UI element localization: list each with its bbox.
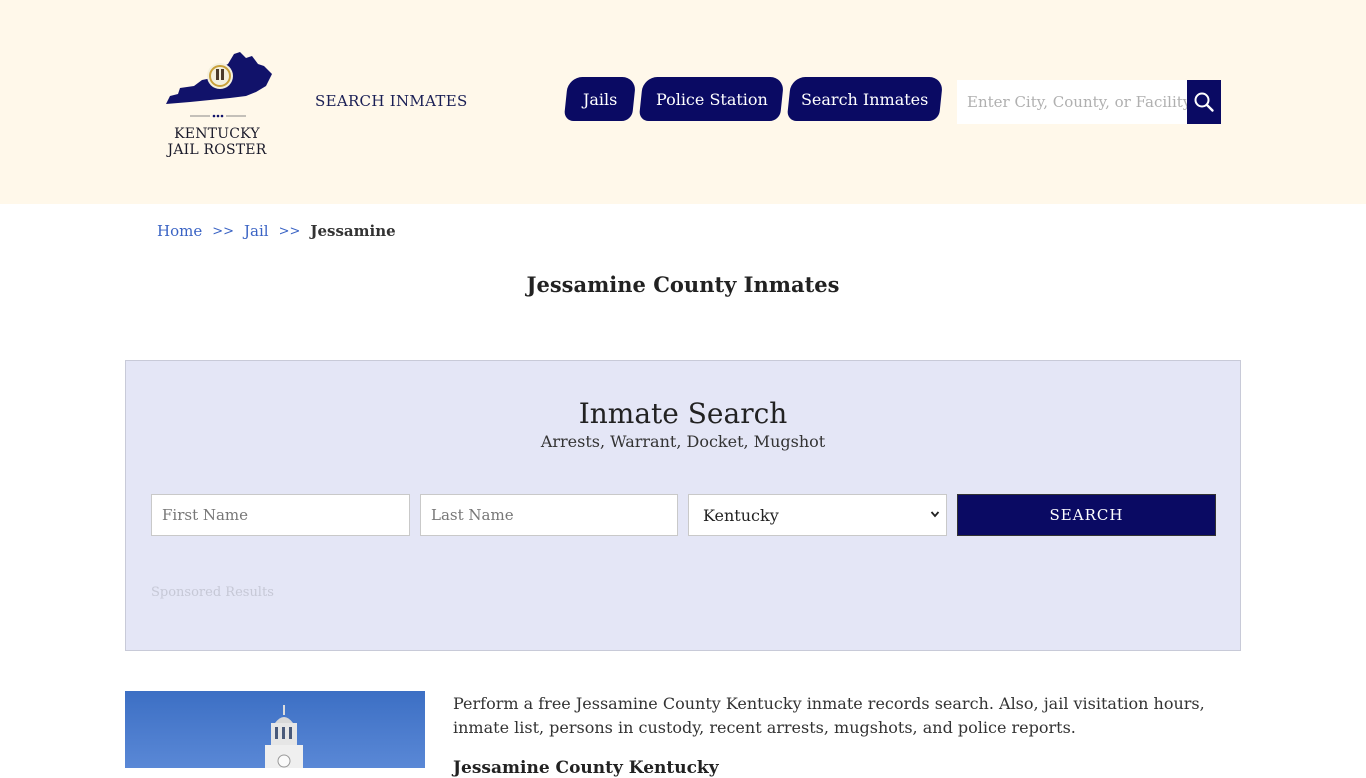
- inmate-search-subtitle: Arrests, Warrant, Docket, Mugshot: [540, 432, 826, 451]
- chevron-down-icon: [930, 511, 940, 518]
- breadcrumb-separator: >>: [278, 223, 301, 239]
- inmate-search-button[interactable]: SEARCH: [957, 494, 1216, 536]
- nav-tab-label: Police Station: [655, 89, 768, 109]
- breadcrumb-separator: >>: [212, 223, 235, 239]
- nav-tab-label: Search Inmates: [801, 89, 929, 109]
- breadcrumb-current: Jessamine: [310, 222, 396, 240]
- search-icon: [1194, 92, 1214, 112]
- nav-tab-label: Jails: [582, 89, 618, 109]
- breadcrumb-jail[interactable]: Jail: [244, 222, 269, 240]
- nav-tab-search-inmates[interactable]: Search Inmates: [786, 77, 944, 121]
- breadcrumb-home[interactable]: Home: [157, 222, 202, 240]
- nav-tab-jails[interactable]: Jails: [563, 77, 637, 121]
- inmate-search-title: Inmate Search: [578, 397, 788, 430]
- inmate-search-panel: Inmate Search Arrests, Warrant, Docket, …: [125, 360, 1241, 651]
- intro-paragraph: Perform a free Jessamine County Kentucky…: [453, 694, 1205, 737]
- page-title: Jessamine County Inmates: [526, 272, 840, 297]
- logo-text[interactable]: KENTUCKY JAIL ROSTER: [160, 126, 274, 158]
- logo-line-1: KENTUCKY: [174, 126, 260, 142]
- last-name-input[interactable]: [420, 494, 678, 536]
- state-select[interactable]: Kentucky: [688, 494, 947, 536]
- section-heading: Jessamine County Kentucky: [453, 758, 719, 778]
- first-name-input[interactable]: [151, 494, 410, 536]
- search-inmates-link[interactable]: SEARCH INMATES: [315, 92, 468, 110]
- logo-line-2: JAIL ROSTER: [167, 142, 267, 158]
- site-search-button[interactable]: [1187, 80, 1221, 124]
- courthouse-photo: [125, 691, 425, 768]
- breadcrumb: Home >> Jail >> Jessamine: [157, 222, 396, 240]
- site-header: KENTUCKY JAIL ROSTER SEARCH INMATES Jail…: [0, 0, 1366, 204]
- nav-tab-police-station[interactable]: Police Station: [638, 77, 785, 121]
- state-select-value: Kentucky: [703, 505, 779, 525]
- sponsored-results-label: Sponsored Results: [151, 585, 274, 600]
- site-search-input[interactable]: [957, 80, 1187, 124]
